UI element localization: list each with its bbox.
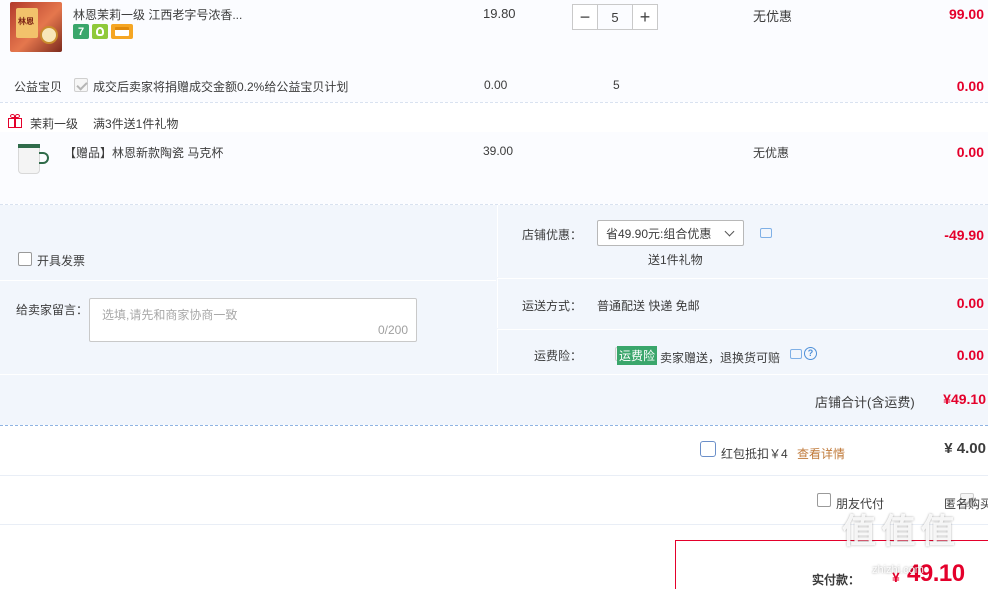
watermark-logo: 值 值 值 bbox=[842, 513, 955, 551]
red-packet-label: 红包抵扣￥4 bbox=[721, 447, 788, 461]
insurance-text: 卖家赠送，退换货可赔 bbox=[660, 351, 781, 365]
insurance-label: 运费险： bbox=[534, 349, 583, 363]
red-packet-link[interactable]: 查看详情 bbox=[797, 445, 845, 462]
chevron-down-icon bbox=[724, 226, 735, 237]
increase-button[interactable]: + bbox=[632, 4, 658, 30]
gift-item-subtotal: 0.00 bbox=[956, 144, 984, 160]
charity-checkbox[interactable] bbox=[74, 78, 88, 92]
shop-discount-label: 店铺优惠： bbox=[522, 228, 583, 242]
message-counter: 0/200 bbox=[377, 323, 408, 337]
gift-item-title[interactable]: 【赠品】林恩新款陶瓷 马克杯 bbox=[64, 144, 223, 161]
shipping-amount: 0.00 bbox=[956, 295, 984, 311]
credit-card-icon[interactable] bbox=[111, 24, 133, 39]
product-unit-price: 19.80 bbox=[483, 6, 516, 21]
guarantee-icon[interactable] bbox=[92, 24, 108, 39]
friend-pay-checkbox[interactable] bbox=[817, 493, 831, 507]
shop-discount-amount: -49.90 bbox=[944, 227, 984, 243]
charity-quantity: 5 bbox=[613, 78, 620, 92]
shop-total-amount: ¥49.10 bbox=[943, 391, 986, 407]
thumb-label: 林恩 bbox=[18, 17, 34, 26]
charity-subtotal: 0.00 bbox=[956, 78, 984, 94]
product-title[interactable]: 林恩茉莉一级 江西老字号浓香... bbox=[73, 6, 242, 23]
divider bbox=[0, 524, 988, 525]
invoice-label[interactable]: 开具发票 bbox=[37, 252, 85, 269]
divider bbox=[0, 102, 988, 103]
mug-thumbnail[interactable] bbox=[14, 140, 52, 178]
pay-label: 实付款： bbox=[812, 573, 861, 587]
comment-icon[interactable] bbox=[790, 349, 802, 359]
seven-day-return-icon[interactable]: 7 bbox=[73, 24, 89, 39]
shop-discount-select[interactable]: 省49.90元:组合优惠 bbox=[597, 220, 744, 246]
red-packet-amount: ¥ 4.00 bbox=[944, 440, 986, 457]
charity-text: 成交后卖家将捐赠成交金额0.2%给公益宝贝计划 bbox=[93, 80, 349, 94]
message-label: 给卖家留言： bbox=[16, 303, 89, 317]
red-packet-checkbox[interactable] bbox=[700, 441, 716, 457]
shop-discount-select-value: 省49.90元:组合优惠 bbox=[606, 226, 712, 241]
insurance-amount: 0.00 bbox=[956, 347, 984, 363]
help-icon[interactable]: ? bbox=[804, 347, 817, 360]
message-placeholder: 选填,请先和商家协商一致 bbox=[102, 308, 238, 322]
gift-item-price: 39.00 bbox=[483, 144, 514, 158]
divider bbox=[0, 475, 988, 476]
product-discount: 无优惠 bbox=[753, 9, 793, 24]
insurance-tag: 运费险 bbox=[617, 346, 658, 365]
charity-label: 公益宝贝 bbox=[14, 80, 63, 94]
quantity-stepper: − 5 + bbox=[572, 4, 658, 30]
product-subtotal: 99.00 bbox=[948, 6, 984, 22]
invoice-checkbox[interactable] bbox=[18, 252, 32, 266]
message-field[interactable]: 选填,请先和商家协商一致 0/200 bbox=[89, 298, 417, 342]
gift-icon bbox=[8, 114, 22, 128]
shipping-label: 运送方式： bbox=[522, 299, 583, 313]
watermark-url: zhizhi.com bbox=[872, 564, 924, 576]
shop-discount-subtext: 送1件礼物 bbox=[648, 253, 703, 267]
quantity-input[interactable]: 5 bbox=[598, 4, 632, 30]
decrease-button[interactable]: − bbox=[572, 4, 598, 30]
gift-promo-shop: 茉莉一级 bbox=[30, 117, 79, 131]
gift-promo-text: 满3件送1件礼物 bbox=[93, 117, 179, 131]
product-thumbnail[interactable]: 林恩 bbox=[10, 2, 62, 52]
service-badges: 7 bbox=[73, 24, 133, 39]
gift-item-discount: 无优惠 bbox=[753, 146, 790, 160]
gift-item-row bbox=[0, 132, 988, 204]
comment-icon[interactable] bbox=[760, 228, 772, 238]
shop-total-label: 店铺合计(含运费) bbox=[815, 395, 915, 410]
divider bbox=[0, 425, 988, 426]
charity-price: 0.00 bbox=[484, 78, 508, 92]
shipping-text: 普通配送 快递 免邮 bbox=[597, 299, 700, 313]
